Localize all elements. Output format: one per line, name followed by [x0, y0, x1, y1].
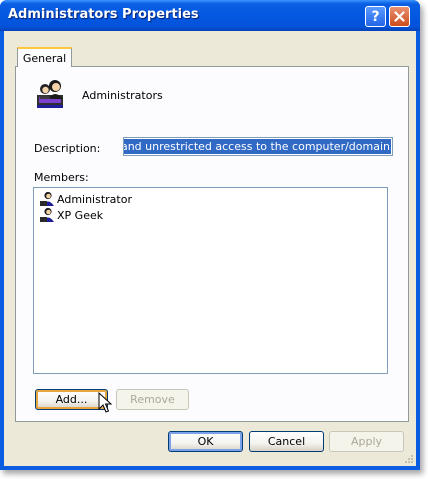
mouse-pointer-icon: [98, 392, 112, 413]
remove-button[interactable]: Remove: [116, 389, 189, 410]
group-name: Administrators: [82, 89, 163, 102]
resize-grip-icon[interactable]: [404, 454, 414, 464]
member-name: XP Geek: [57, 208, 104, 222]
group-users-icon: [37, 80, 63, 108]
cancel-button[interactable]: Cancel: [249, 431, 324, 452]
dialog-window: Administrators Properties ? General Admi…: [0, 0, 420, 470]
general-tab-panel: Administrators Description: mplete and u…: [15, 66, 409, 422]
ok-button[interactable]: OK: [168, 431, 243, 452]
ok-button-label: OK: [197, 435, 214, 448]
help-button[interactable]: ?: [365, 6, 386, 27]
dialog-client-area: General Administrators Description: mple…: [4, 31, 416, 466]
user-icon: [40, 191, 54, 206]
close-icon: [394, 11, 405, 22]
cancel-button-label: Cancel: [267, 435, 306, 448]
window-title: Administrators Properties: [8, 7, 199, 22]
add-button-label: Add...: [55, 393, 88, 406]
title-bar[interactable]: Administrators Properties ?: [0, 0, 420, 31]
apply-button[interactable]: Apply: [329, 431, 404, 452]
remove-button-label: Remove: [130, 393, 175, 406]
help-icon: ?: [371, 8, 380, 25]
description-label: Description:: [34, 142, 101, 155]
list-item[interactable]: Administrator: [39, 191, 132, 207]
description-value: mplete and unrestricted access to the co…: [124, 139, 391, 154]
tab-general-label: General: [22, 51, 67, 65]
apply-button-label: Apply: [350, 435, 383, 448]
members-list[interactable]: Administrator XP Geek: [33, 187, 388, 374]
user-icon: [40, 207, 54, 222]
close-button[interactable]: [389, 6, 410, 27]
list-item[interactable]: XP Geek: [39, 207, 103, 223]
description-field[interactable]: mplete and unrestricted access to the co…: [123, 137, 393, 156]
tab-general[interactable]: General: [17, 47, 72, 67]
member-name: Administrator: [57, 192, 132, 206]
members-label: Members:: [34, 171, 89, 184]
